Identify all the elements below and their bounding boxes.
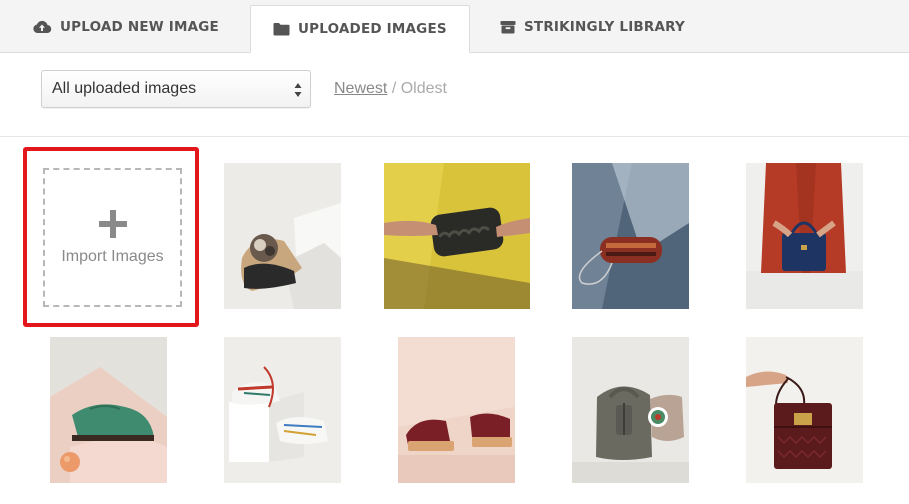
image-thumbnail[interactable] [224, 337, 341, 483]
import-images-label: Import Images [61, 247, 164, 265]
tab-label: STRIKINGLY LIBRARY [524, 18, 685, 35]
folder-icon [273, 22, 290, 36]
image-thumbnail[interactable] [398, 337, 515, 483]
image-thumbnail[interactable] [224, 163, 341, 309]
plus-icon [98, 209, 127, 238]
import-images-button[interactable]: Import Images [43, 168, 182, 307]
sort-separator: / [391, 80, 397, 97]
sort-newest-link[interactable]: Newest [334, 80, 387, 97]
image-thumbnail[interactable] [50, 337, 167, 483]
image-thumbnail[interactable] [746, 163, 863, 309]
image-thumbnail[interactable] [384, 163, 530, 309]
sort-options: Newest / Oldest [334, 80, 447, 98]
tab-label: UPLOAD NEW IMAGE [60, 18, 219, 35]
tab-strikingly-library[interactable]: STRIKINGLY LIBRARY [500, 0, 685, 53]
tab-upload-new-image[interactable]: UPLOAD NEW IMAGE [32, 0, 219, 53]
filter-row: All uploaded images Newest / Oldest [0, 53, 909, 137]
select-value: All uploaded images [52, 80, 197, 97]
image-filter-select[interactable]: All uploaded images [41, 70, 311, 108]
cloud-upload-icon [32, 19, 52, 35]
image-thumbnail[interactable] [572, 337, 689, 483]
tab-bar: UPLOAD NEW IMAGE UPLOADED IMAGES STRIKIN… [0, 0, 909, 53]
archive-box-icon [500, 20, 516, 34]
tab-uploaded-images[interactable]: UPLOADED IMAGES [250, 5, 470, 53]
sort-oldest-link[interactable]: Oldest [401, 80, 447, 97]
image-thumbnail[interactable] [572, 163, 689, 309]
image-thumbnail[interactable] [746, 337, 863, 483]
tab-label: UPLOADED IMAGES [298, 21, 447, 37]
select-arrows-icon [294, 83, 302, 97]
